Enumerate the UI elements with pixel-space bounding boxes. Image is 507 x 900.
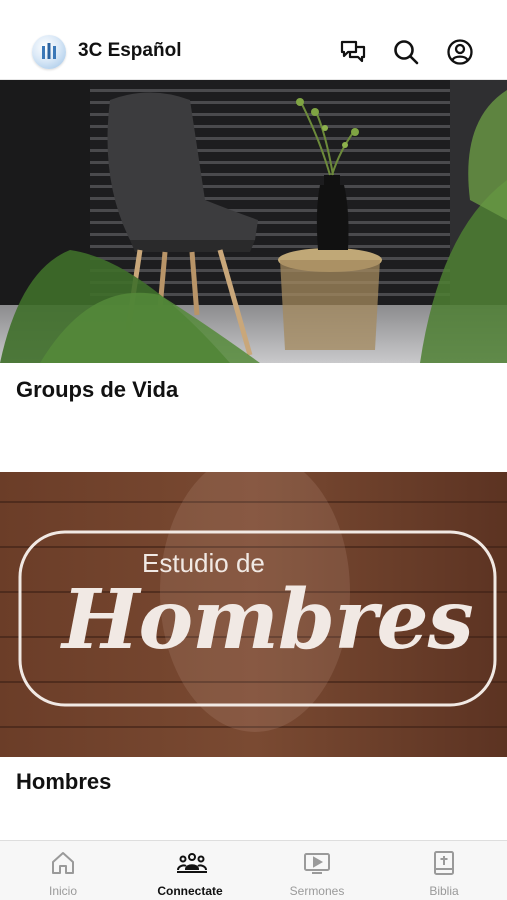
tab-label-sermones: Sermones xyxy=(289,884,345,898)
groups-de-vida-image[interactable] xyxy=(0,80,507,363)
tab-label-connectate: Connectate xyxy=(157,884,223,898)
search-icon[interactable] xyxy=(392,38,420,66)
people-icon xyxy=(176,849,207,877)
bible-icon xyxy=(430,849,458,877)
app-title: 3C Español xyxy=(78,40,182,61)
tab-biblia[interactable]: Biblia xyxy=(381,841,507,900)
tab-sermones[interactable]: Sermones xyxy=(254,841,380,900)
tab-connectate[interactable]: Connectate xyxy=(127,841,253,900)
tab-inicio[interactable]: Inicio xyxy=(0,841,126,900)
tab-label-biblia: Biblia xyxy=(429,884,459,898)
top-app-bar: 3C Español xyxy=(0,0,507,80)
card-title-groups-de-vida[interactable]: Groups de Vida xyxy=(16,377,178,403)
bottom-tab-bar: Inicio Connectate Sermones Biblia xyxy=(0,840,507,900)
banner-line-2: Hombres xyxy=(62,572,474,668)
logo-mark-icon xyxy=(42,43,56,59)
chat-icon[interactable] xyxy=(339,38,367,66)
card-title-hombres[interactable]: Hombres xyxy=(16,769,111,795)
tab-label-inicio: Inicio xyxy=(48,884,77,898)
home-icon xyxy=(49,849,77,877)
church-logo[interactable] xyxy=(32,35,66,69)
play-screen-icon xyxy=(303,849,331,877)
hombres-banner-image[interactable]: Estudio de Hombres xyxy=(0,472,507,757)
account-icon[interactable] xyxy=(446,38,474,66)
